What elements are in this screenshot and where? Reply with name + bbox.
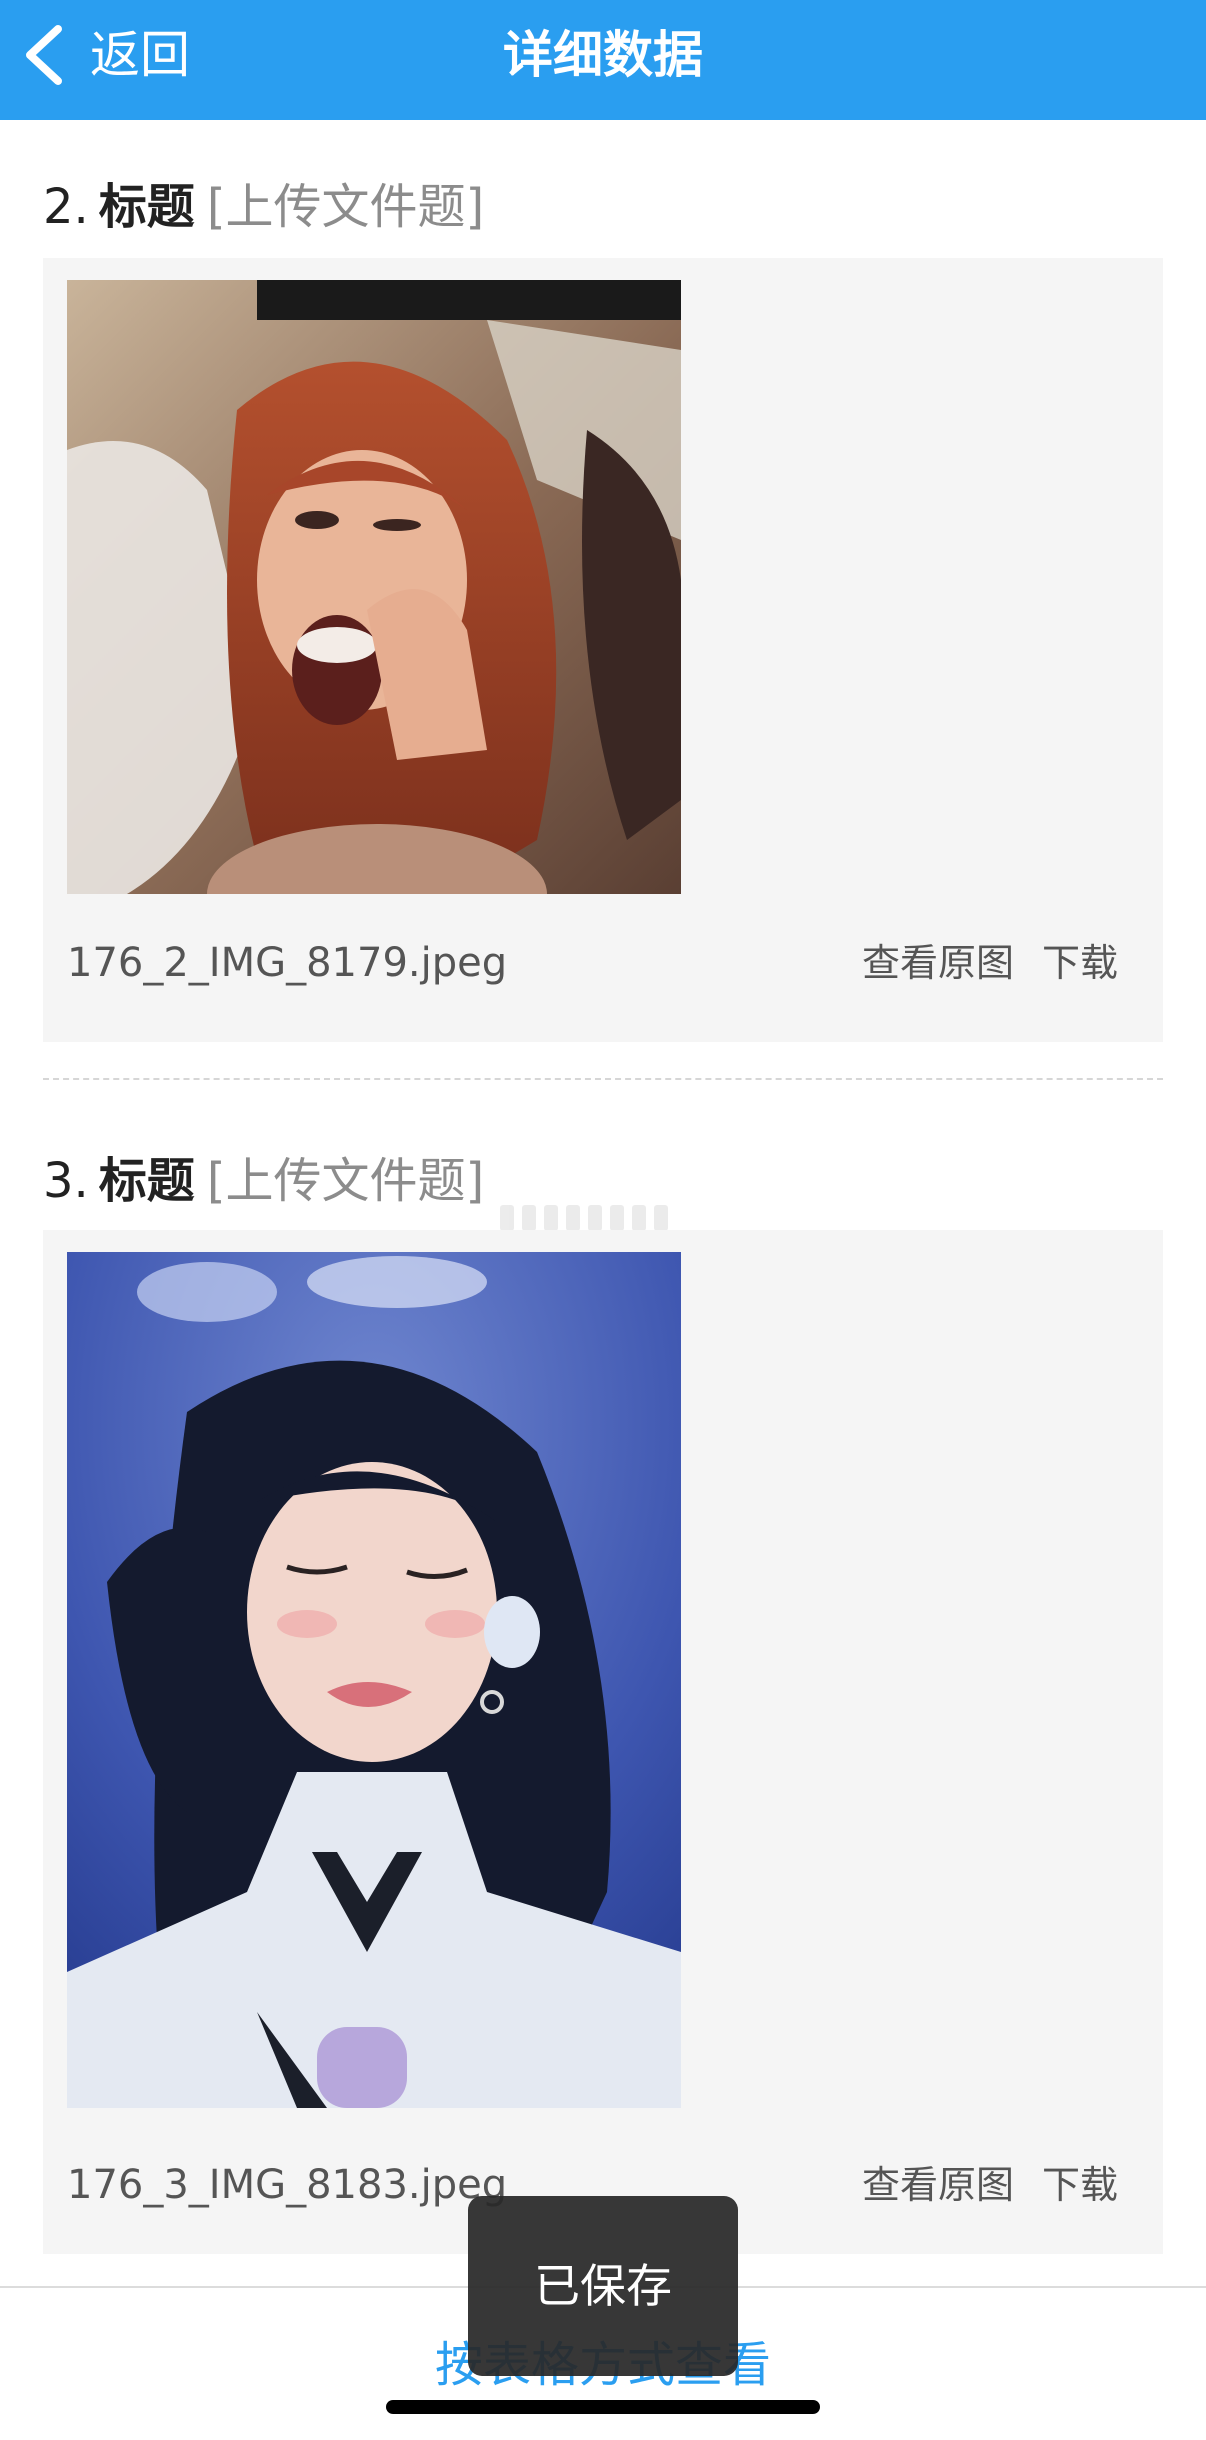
question-number: 2. — [43, 179, 89, 235]
saved-toast: 已保存 — [468, 2196, 738, 2376]
uploaded-image[interactable] — [67, 1252, 681, 2108]
question-number: 3. — [43, 1153, 89, 1209]
uploaded-image[interactable] — [67, 280, 681, 894]
view-original-link[interactable]: 查看原图 — [862, 2163, 1014, 2207]
question-title-word: 标题 — [98, 179, 195, 235]
section-divider — [43, 1078, 1163, 1080]
download-link[interactable]: 下载 — [1042, 941, 1118, 985]
file-actions: 查看原图 下载 — [862, 2160, 1118, 2210]
top-nav-bar: 返回 详细数据 — [0, 0, 1206, 120]
file-name: 176_2_IMG_8179.jpeg — [67, 940, 508, 986]
question-title: 2. 标题 [上传文件题] — [43, 172, 484, 242]
answer-card: 176_3_IMG_8183.jpeg 查看原图 下载 — [43, 1230, 1163, 2254]
file-name: 176_3_IMG_8183.jpeg — [67, 2162, 508, 2208]
question-type-tag: [上传文件题] — [206, 179, 485, 235]
view-original-link[interactable]: 查看原图 — [862, 941, 1014, 985]
home-indicator[interactable] — [386, 2400, 820, 2414]
scroll-indicator — [500, 1205, 700, 1231]
file-actions: 查看原图 下载 — [862, 938, 1118, 988]
question-title: 3. 标题 [上传文件题] — [43, 1146, 484, 1216]
download-link[interactable]: 下载 — [1042, 2163, 1118, 2207]
page-title: 详细数据 — [503, 26, 703, 84]
answer-card: 176_2_IMG_8179.jpeg 查看原图 下载 — [43, 258, 1163, 1042]
question-title-word: 标题 — [98, 1153, 195, 1209]
question-type-tag: [上传文件题] — [206, 1153, 485, 1209]
